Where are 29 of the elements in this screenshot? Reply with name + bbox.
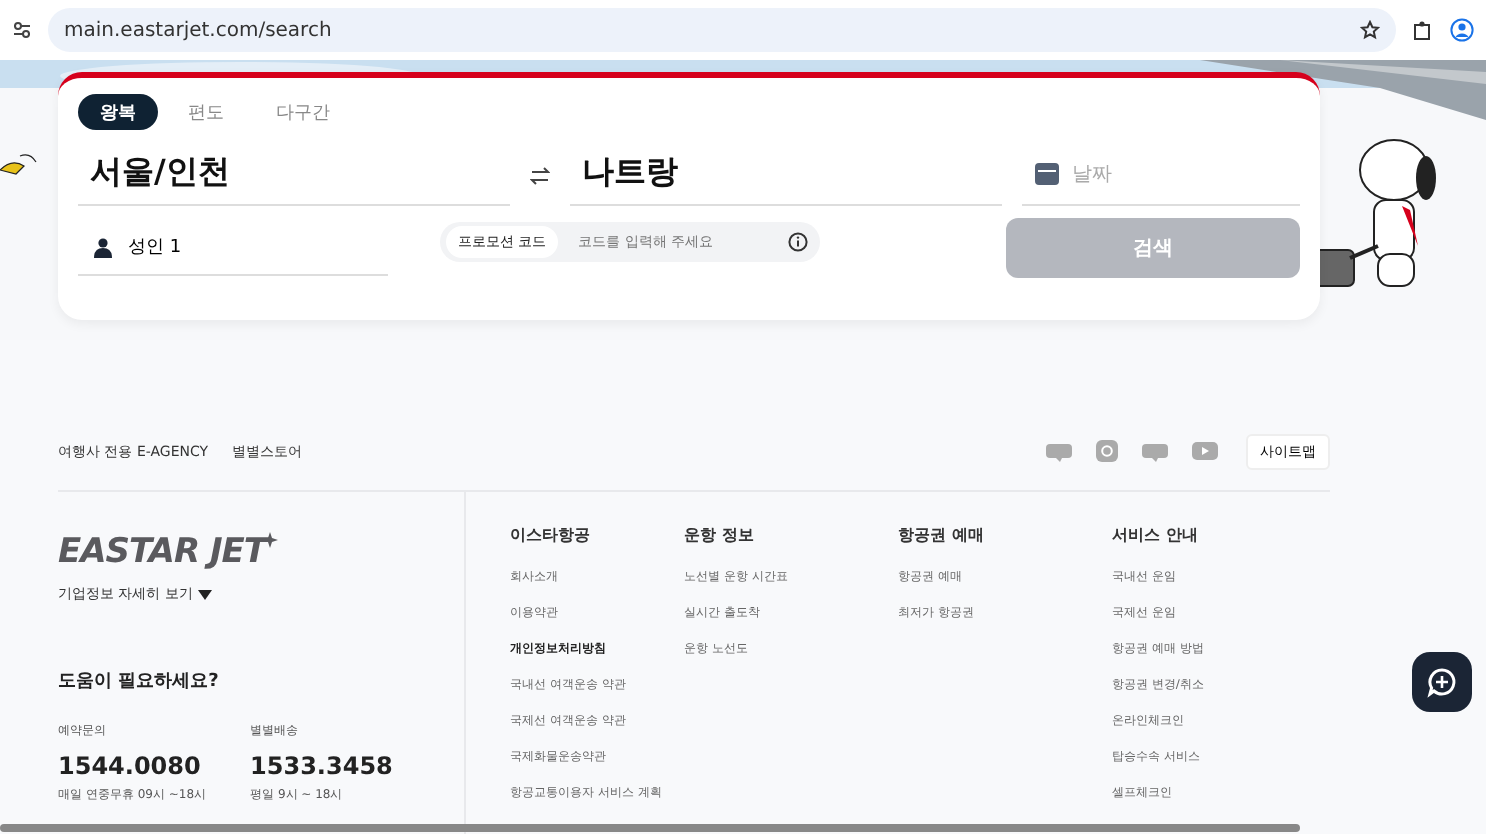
profile-icon[interactable] (1450, 18, 1474, 42)
trip-tab[interactable]: 왕복 (78, 94, 158, 130)
chat-icon (1426, 666, 1458, 698)
footer-column-title: 운항 정보 (684, 524, 756, 546)
chat-button[interactable] (1412, 652, 1472, 712)
airline-logo[interactable]: EASTAR JET (58, 532, 266, 572)
url-text: main.eastarjet.com/search (64, 19, 332, 41)
address-bar[interactable]: main.eastarjet.com/search (48, 8, 1396, 52)
site-settings-icon[interactable] (12, 20, 32, 40)
scrollbar-thumb[interactable] (0, 824, 1300, 832)
passenger-field[interactable]: 성인 1 (78, 220, 388, 276)
trip-tab[interactable]: 편도 (166, 94, 246, 130)
destination-field[interactable]: 나트랑 (570, 142, 1002, 206)
calendar-icon (1034, 160, 1060, 186)
origin-field[interactable]: 서울/인천 (78, 142, 510, 206)
footer-column-title: 이스타항공 (510, 524, 592, 546)
star-icon[interactable] (1360, 20, 1380, 40)
date-placeholder: 날짜 (1072, 161, 1112, 187)
person-icon (94, 237, 112, 257)
help-title: 도움이 필요하세요? (58, 670, 221, 694)
footer-column-title: 항공권 예매 (898, 524, 986, 546)
trip-tab[interactable]: 다구간 (254, 94, 352, 130)
phone-number: 1544.0080 (58, 752, 203, 780)
footer-column-title: 서비스 안내 (1112, 524, 1200, 546)
phone-number: 1533.3458 (250, 752, 393, 780)
passenger-count: 성인 1 (128, 236, 182, 260)
caret-icon (198, 589, 213, 599)
swap-icon[interactable] (530, 166, 550, 186)
info-icon[interactable] (788, 232, 808, 252)
